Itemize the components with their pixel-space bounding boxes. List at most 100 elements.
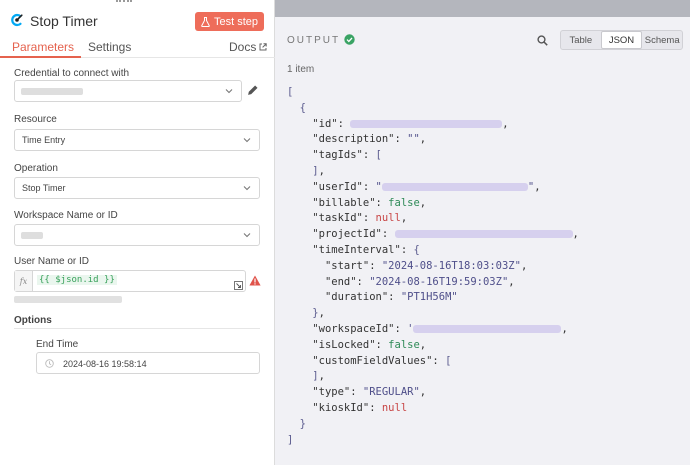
json-null: null [381,401,408,414]
view-json-tab[interactable]: JSON [600,31,643,49]
json-line: "kioskId": null [312,401,408,414]
json-line: "billable": false, [312,196,427,209]
json-line: "userId": " ", [312,180,541,193]
redacted-user-hint [14,296,122,303]
operation-value: Stop Timer [22,183,66,193]
json-key: "type" [312,386,351,399]
json-string: "REGULAR" [362,386,420,399]
json-key: "duration" [324,291,389,304]
options-divider [14,328,260,329]
docs-label: Docs [229,40,257,54]
redacted-value [413,324,562,333]
json-key: "timeInterval" [312,243,401,256]
view-schema-tab[interactable]: Schema [642,31,682,49]
json-line: "id": , [312,117,509,130]
user-expression-value[interactable]: {{ $json.id }} [37,275,117,285]
json-line: { [287,101,579,117]
resource-select[interactable]: Time Entry [14,129,260,151]
edit-credential-icon[interactable] [247,84,259,96]
view-table-tab[interactable]: Table [561,31,601,49]
credential-select[interactable] [14,80,242,102]
json-key: "kioskId" [312,401,370,414]
json-key: "start" [324,259,370,272]
end-time-picker[interactable]: 2024-08-16 19:58:14 [36,352,260,374]
json-line: ], [312,164,325,177]
operation-label: Operation [14,163,58,174]
success-check-icon [344,34,355,45]
json-key: "billable" [312,196,376,209]
clock-icon [45,359,54,368]
json-key: "tagIds" [312,149,363,162]
warning-icon [249,275,261,286]
json-key: "projectId" [312,228,382,241]
resource-value: Time Entry [22,135,66,145]
external-link-icon [259,43,268,51]
json-string: "" [407,133,420,146]
operation-select[interactable]: Stop Timer [14,177,260,199]
json-key: "userId" [312,180,363,193]
user-expression-input[interactable]: fx {{ $json.id }} [14,270,246,292]
clockify-icon [11,13,23,27]
chevron-down-icon [243,233,251,238]
json-line: "isLocked": false, [312,338,427,351]
redacted-value [350,119,503,128]
panel-tabs: Parameters Settings Docs [0,38,275,58]
json-line: ], [312,370,325,383]
docs-link[interactable]: Docs [229,40,268,54]
node-title: Stop Timer [30,13,98,29]
redacted-workspace [21,232,43,239]
node-parameters-panel: Stop Timer Test step Parameters Settings… [0,0,275,465]
json-line: }, [312,307,325,320]
chevron-down-icon [243,138,251,143]
json-line: "type": "REGULAR", [312,386,427,399]
json-brace: { [299,101,306,114]
json-line: "projectId": , [312,228,579,241]
search-icon[interactable] [537,35,548,46]
tab-settings[interactable]: Settings [88,40,131,54]
json-line: "end": "2024-08-16T19:59:03Z", [324,275,515,288]
json-bracket: [ [287,86,294,98]
json-bracket: ] [287,433,294,446]
json-line: "taskId": null, [312,212,408,225]
json-line: ] [287,433,579,449]
json-key: "id" [312,117,338,130]
json-line: "duration": "PT1H56M" [324,291,458,304]
test-step-label: Test step [213,15,259,28]
workspace-select[interactable] [14,224,260,246]
json-key: "isLocked" [312,338,376,351]
flask-icon [201,16,210,27]
end-time-label: End Time [36,339,79,350]
json-line: "description": "", [312,133,427,146]
json-key: "workspaceId" [312,322,395,335]
json-key: "description" [312,133,395,146]
tab-parameters[interactable]: Parameters [12,40,74,54]
json-boolean: false [388,338,420,351]
test-step-button[interactable]: Test step [195,12,264,31]
item-count: 1 item [287,64,315,75]
chevron-down-icon [225,89,233,94]
active-tab-indicator [0,56,81,58]
credential-label: Credential to connect with [14,68,130,79]
expand-editor-icon[interactable] [234,281,243,290]
json-key: "end" [324,275,357,288]
resource-label: Resource [14,114,57,125]
output-view-switcher: Table JSON Schema [560,30,683,50]
expression-fx-badge: fx [15,271,33,291]
output-title: OUTPUT [287,35,341,46]
options-title: Options [14,315,52,326]
user-label: User Name or ID [14,256,90,267]
workspace-label: Workspace Name or ID [14,210,118,221]
output-panel: OUTPUT Table JSON Schema 1 item [ { "id"… [275,17,690,465]
json-string: "2024-08-16T18:03:03Z" [381,259,521,272]
redacted-credential [21,88,83,95]
json-null: null [375,212,401,225]
end-time-value: 2024-08-16 19:58:14 [63,359,147,369]
json-brace: } [299,417,306,430]
chevron-down-icon [243,186,251,191]
json-key: "taskId" [312,212,363,225]
json-line: "start": "2024-08-16T18:03:03Z", [324,259,528,272]
json-line: "workspaceId": ', [312,322,568,335]
json-output: [ { "id": , "description": "", "tagIds":… [287,85,579,448]
json-boolean: false [388,196,420,209]
json-line: } [287,417,579,433]
